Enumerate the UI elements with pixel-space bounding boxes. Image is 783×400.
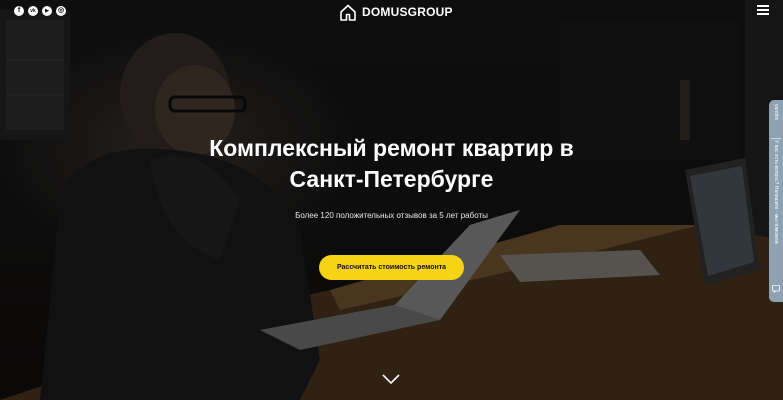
chat-widget-label: yandex У вас есть вопрос? Напишите - мы … xyxy=(769,100,783,302)
hamburger-menu-icon[interactable] xyxy=(757,5,769,15)
youtube-icon[interactable]: ▶ xyxy=(42,6,52,16)
instagram-icon[interactable]: ◎ xyxy=(56,6,66,16)
social-links: f vk ▶ ◎ xyxy=(14,6,66,16)
logo-text: DOMUSGROUP xyxy=(362,5,453,19)
chat-widget-brand: yandex xyxy=(773,104,779,121)
logo[interactable]: DOMUSGROUP xyxy=(340,3,453,21)
chat-icon xyxy=(772,285,780,293)
hero-subtitle: Более 120 положительных отзывов за 5 лет… xyxy=(295,211,488,220)
vk-icon[interactable]: vk xyxy=(28,6,38,16)
hero-section: f vk ▶ ◎ DOMUSGROUP Комплексный ремонт к… xyxy=(0,0,783,400)
title-line-1: Комплексный ремонт квартир в xyxy=(209,135,574,161)
chevron-down-icon[interactable] xyxy=(381,373,401,385)
title-line-2: Санкт-Петербурге xyxy=(289,166,494,192)
chat-widget-tab[interactable]: yandex У вас есть вопрос? Напишите - мы … xyxy=(769,100,783,302)
calculate-cost-button[interactable]: Рассчитать стоимость ремонта xyxy=(319,255,464,280)
house-logo-icon xyxy=(340,4,356,21)
chat-widget-message: У вас есть вопрос? Напишите - мы поможем xyxy=(773,140,779,244)
facebook-icon[interactable]: f xyxy=(14,6,24,16)
page-title: Комплексный ремонт квартир в Санкт-Петер… xyxy=(0,133,783,195)
